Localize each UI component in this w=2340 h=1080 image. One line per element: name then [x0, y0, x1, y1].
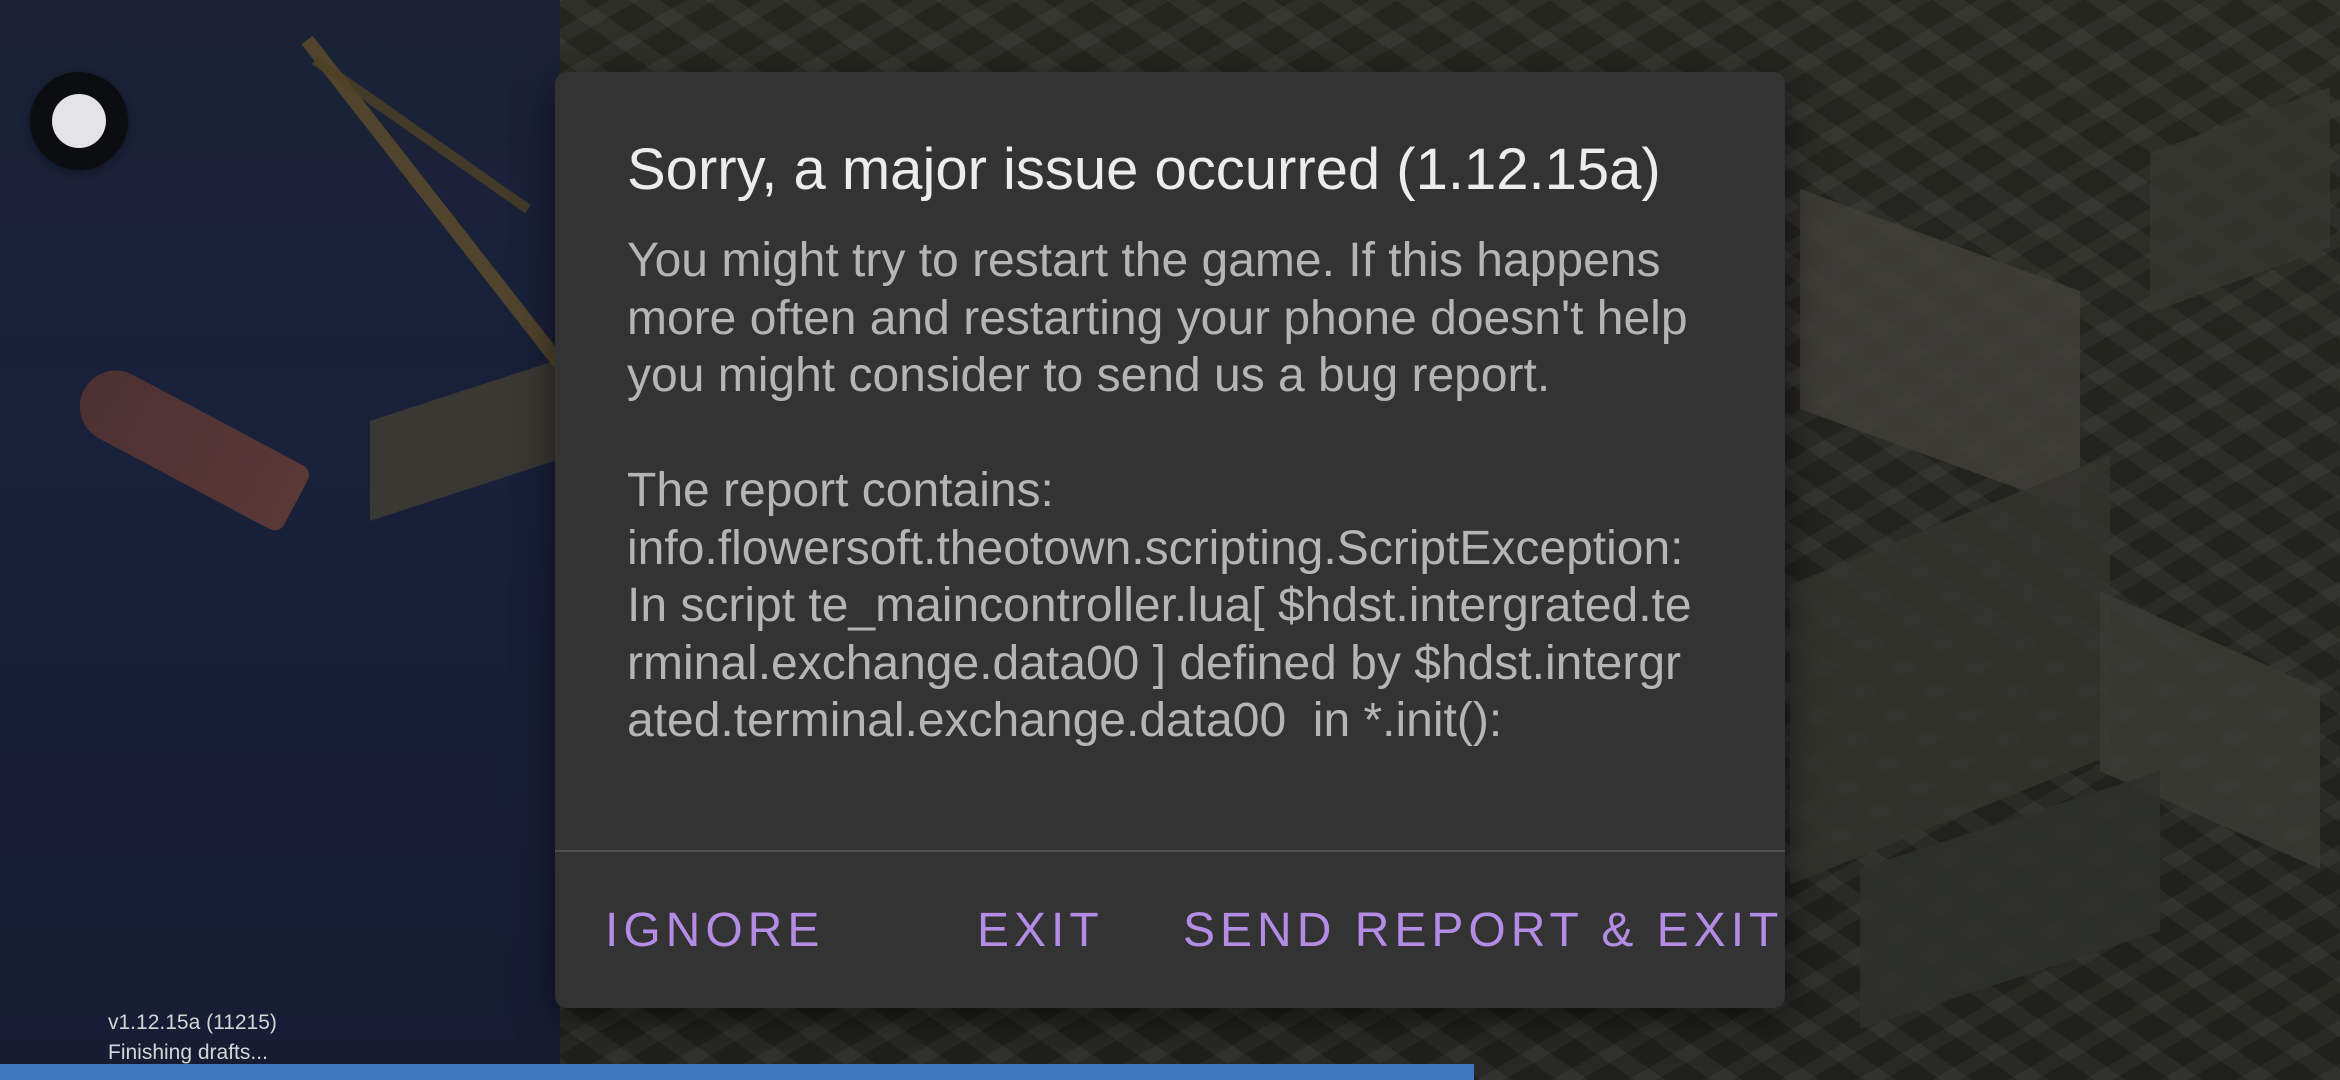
version-label: v1.12.15a (11215)	[108, 1011, 277, 1034]
dialog-message-scroll[interactable]: You might try to restart the game. If th…	[627, 232, 1707, 922]
circle-icon	[52, 94, 106, 148]
loading-progress-fill	[0, 1064, 1475, 1080]
loading-progress-bar	[0, 1064, 2340, 1080]
error-dialog: Sorry, a major issue occurred (1.12.15a)…	[555, 72, 1785, 1008]
version-status: v1.12.15a (11215) Finishing drafts...	[108, 1008, 277, 1068]
dialog-message: You might try to restart the game. If th…	[627, 234, 1692, 747]
dialog-title: Sorry, a major issue occurred (1.12.15a)	[627, 137, 1661, 202]
dialog-actions: IGNORE EXIT SEND REPORT & EXIT	[555, 852, 1785, 1008]
ignore-button[interactable]: IGNORE	[605, 852, 824, 1008]
exit-button[interactable]: EXIT	[977, 852, 1104, 1008]
send-report-and-exit-button[interactable]: SEND REPORT & EXIT	[1183, 852, 1783, 1008]
floating-action-button[interactable]	[30, 72, 128, 170]
